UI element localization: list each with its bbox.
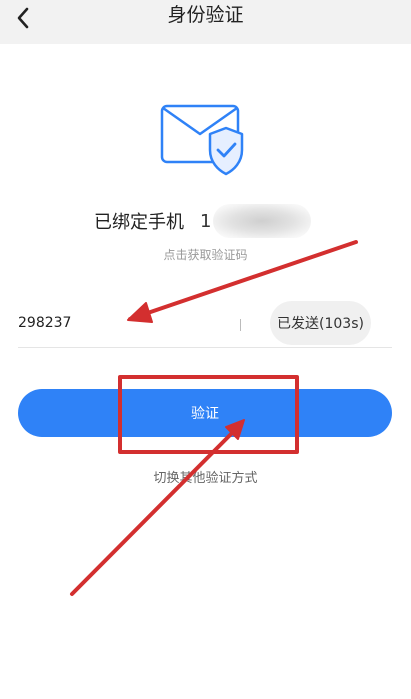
envelope-shield-check-icon xyxy=(160,104,246,176)
bound-phone-label: 已绑定手机 xyxy=(94,212,184,233)
get-code-hint[interactable]: 点击获取验证码 xyxy=(0,246,411,264)
top-nav-bar: 身份验证 xyxy=(0,0,411,44)
annotation-arrow-to-verify xyxy=(70,423,242,596)
bound-phone-row: 已绑定手机 1 xyxy=(94,204,312,238)
phone-number-blurred xyxy=(213,204,312,238)
verification-code-row: 已发送(103s) xyxy=(18,300,392,348)
switch-verification-method-link[interactable]: 切换其他验证方式 xyxy=(0,469,411,489)
page-title: 身份验证 xyxy=(167,4,244,26)
resend-code-button[interactable]: 已发送(103s) xyxy=(270,301,371,345)
field-divider xyxy=(240,319,241,331)
verify-button[interactable]: 验证 xyxy=(18,389,392,437)
phone-number-prefix: 1 xyxy=(200,210,212,232)
verification-code-input[interactable] xyxy=(18,300,218,346)
